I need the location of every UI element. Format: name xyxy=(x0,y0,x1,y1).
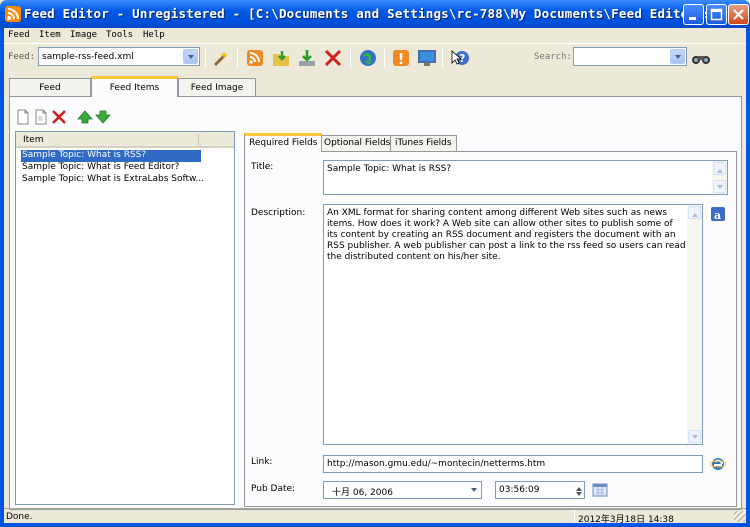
column-divider[interactable] xyxy=(198,134,199,146)
rss-app-icon xyxy=(5,6,21,22)
toolbar-separator xyxy=(442,48,443,68)
link-label: Link: xyxy=(251,457,273,467)
window-title: Feed Editor - Unregistered - [C:\Documen… xyxy=(24,6,750,21)
menu-bar: Feed Item Image Tools Help xyxy=(4,28,746,43)
client-area: Feed Item Image Tools Help Feed: sample-… xyxy=(4,28,746,525)
list-item[interactable]: Sample Topic: What is Feed Editor? xyxy=(21,162,180,174)
toolbar-separator xyxy=(205,48,206,68)
svg-text:a: a xyxy=(714,209,721,222)
list-item[interactable]: Sample Topic: What is ExtraLabs Softw... xyxy=(21,174,205,186)
resize-grip[interactable] xyxy=(734,511,745,522)
pubdate-value: 十月 06, 2006 xyxy=(332,488,393,498)
menu-feed[interactable]: Feed xyxy=(8,30,30,40)
search-input[interactable] xyxy=(573,47,687,66)
column-header-item[interactable]: Item xyxy=(23,135,44,145)
rss-feed-icon[interactable] xyxy=(244,47,266,69)
warning-rss-icon[interactable] xyxy=(390,47,412,69)
calendar-icon[interactable] xyxy=(592,482,608,498)
minimize-icon xyxy=(689,17,696,20)
maximize-icon xyxy=(710,8,723,21)
toolbar-separator xyxy=(350,48,351,68)
item-toolbar xyxy=(15,107,235,127)
spellcheck-icon[interactable]: a xyxy=(710,206,726,222)
move-up-icon[interactable] xyxy=(77,109,93,125)
menu-help[interactable]: Help xyxy=(143,30,165,40)
ie-icon[interactable] xyxy=(710,456,726,472)
feed-items-panel: Item Sample Topic: What is RSS? Sample T… xyxy=(9,96,742,510)
copy-item-icon[interactable] xyxy=(33,109,49,125)
move-down-icon[interactable] xyxy=(95,109,111,125)
required-fields-panel: Title: Sample Topic: What is RSS? Descri… xyxy=(244,151,737,507)
link-field[interactable]: http://mason.gmu.edu/~montecin/netterms.… xyxy=(323,455,703,473)
maximize-button[interactable] xyxy=(706,4,727,25)
minimize-button[interactable] xyxy=(683,4,704,25)
tab-feed-items[interactable]: Feed Items xyxy=(91,76,178,97)
menu-image[interactable]: Image xyxy=(70,30,97,40)
delete-x-icon[interactable] xyxy=(322,47,344,69)
app-window: Feed Editor - Unregistered - [C:\Documen… xyxy=(0,0,750,527)
link-value: http://mason.gmu.edu/~montecin/netterms.… xyxy=(327,459,546,469)
close-icon xyxy=(733,9,744,20)
description-value: An XML format for sharing content among … xyxy=(327,208,686,262)
chevron-down-icon[interactable] xyxy=(467,483,480,497)
description-field[interactable]: An XML format for sharing content among … xyxy=(323,204,703,445)
wand-icon[interactable] xyxy=(210,47,232,69)
monitor-icon[interactable] xyxy=(416,47,438,69)
items-list[interactable]: Item Sample Topic: What is RSS? Sample T… xyxy=(15,131,235,505)
delete-item-icon[interactable] xyxy=(51,109,67,125)
toolbar: Feed: sample-rss-feed.xml ? Search: xyxy=(4,43,746,70)
new-item-icon[interactable] xyxy=(15,109,31,125)
list-item[interactable]: Sample Topic: What is RSS? xyxy=(21,150,201,162)
open-folder-icon[interactable] xyxy=(270,47,292,69)
spinner-down-icon[interactable] xyxy=(576,492,582,499)
pubdate-label: Pub Date: xyxy=(251,484,296,494)
status-datetime: 2012年3月18日 14:38 xyxy=(578,515,674,525)
list-header[interactable]: Item xyxy=(16,132,234,148)
help-cursor-icon[interactable]: ? xyxy=(449,47,471,69)
title-label: Title: xyxy=(251,162,274,172)
globe-icon[interactable] xyxy=(357,47,379,69)
tab-feed-image[interactable]: Feed Image xyxy=(178,78,256,96)
status-text: Done. xyxy=(6,512,33,522)
spinner-up-icon[interactable] xyxy=(576,484,582,491)
pubtime-spinner[interactable]: 03:56:09 xyxy=(495,481,585,499)
toolbar-separator xyxy=(384,48,385,68)
tab-feed[interactable]: Feed xyxy=(9,78,91,96)
chevron-down-icon[interactable] xyxy=(183,49,198,64)
status-bar: Done. 2012年3月18日 14:38 xyxy=(4,508,746,525)
description-label: Description: xyxy=(251,208,306,218)
search-label: Search: xyxy=(534,52,572,62)
menu-tools[interactable]: Tools xyxy=(106,30,133,40)
scrollbar[interactable] xyxy=(712,161,727,194)
title-value: Sample Topic: What is RSS? xyxy=(327,164,452,174)
status-divider xyxy=(574,510,575,523)
tab-itunes-fields[interactable]: iTunes Fields xyxy=(390,135,457,151)
pubdate-picker[interactable]: 十月 06, 2006 xyxy=(323,481,482,499)
pubtime-value: 03:56:09 xyxy=(499,485,540,495)
scrollbar[interactable] xyxy=(687,205,702,444)
title-field[interactable]: Sample Topic: What is RSS? xyxy=(323,160,728,195)
title-bar[interactable]: Feed Editor - Unregistered - [C:\Documen… xyxy=(0,0,750,28)
tab-required-fields[interactable]: Required Fields xyxy=(244,133,323,152)
binoculars-icon[interactable] xyxy=(690,48,712,70)
feed-select-value: sample-rss-feed.xml xyxy=(42,52,134,62)
chevron-down-icon[interactable] xyxy=(670,49,685,64)
feed-select[interactable]: sample-rss-feed.xml xyxy=(38,47,200,66)
download-icon[interactable] xyxy=(296,47,318,69)
toolbar-separator xyxy=(237,48,238,68)
menu-item[interactable]: Item xyxy=(39,30,61,40)
tab-optional-fields[interactable]: Optional Fields xyxy=(319,135,396,151)
close-button[interactable] xyxy=(728,4,749,25)
feed-label: Feed: xyxy=(8,52,36,62)
